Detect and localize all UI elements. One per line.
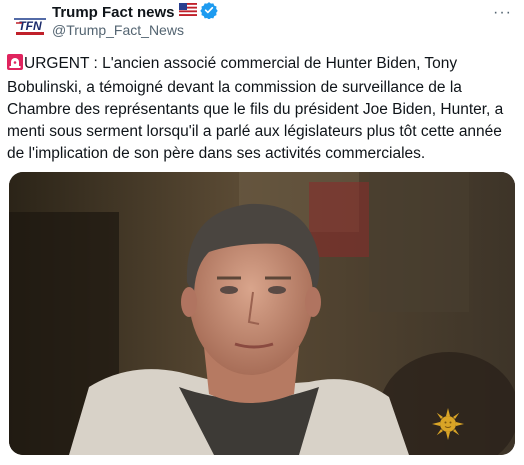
tweet-text: URGENT : L'ancien associé commercial de …: [7, 53, 517, 165]
svg-text:TFN: TFN: [18, 19, 42, 33]
display-name[interactable]: Trump Fact news: [52, 4, 175, 21]
us-flag-icon: [178, 3, 197, 21]
avatar[interactable]: TFN: [10, 5, 50, 45]
tfn-logo: TFN: [10, 5, 50, 45]
user-handle[interactable]: @Trump_Fact_News: [52, 22, 184, 38]
tweet-media[interactable]: [9, 172, 515, 455]
verified-badge-icon: [199, 1, 218, 24]
tweet-body: URGENT : L'ancien associé commercial de …: [7, 55, 504, 162]
sun-logo-icon: [431, 407, 465, 441]
author-name-row: Trump Fact news: [52, 1, 218, 24]
siren-icon: [7, 54, 23, 77]
more-options-icon[interactable]: ···: [493, 4, 512, 22]
